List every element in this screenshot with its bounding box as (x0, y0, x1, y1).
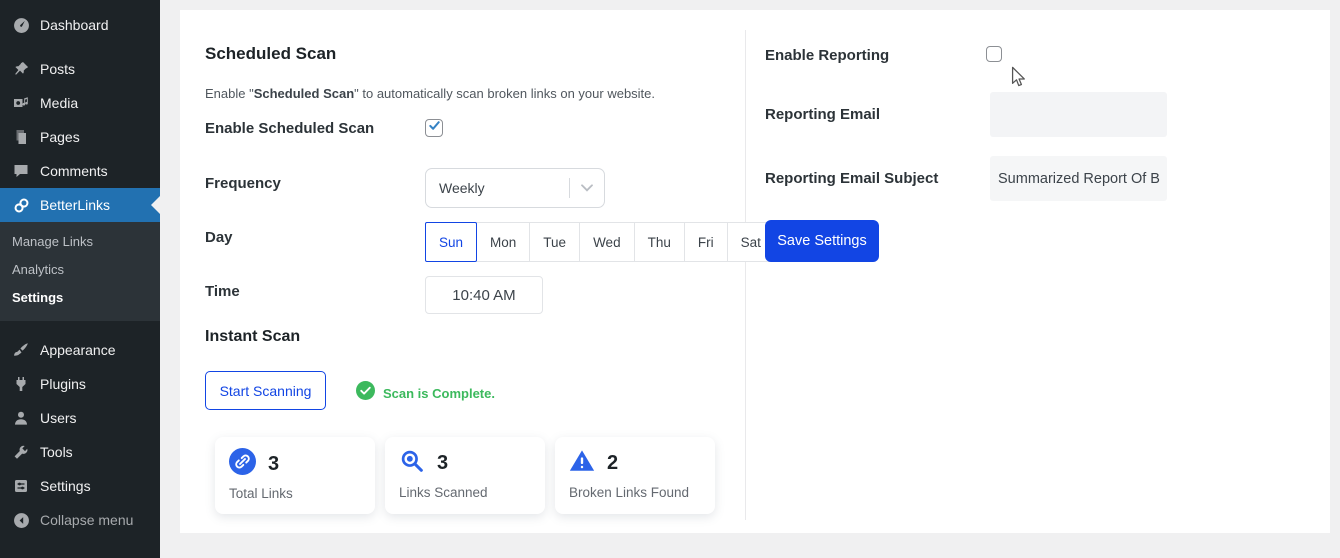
pushpin-icon (12, 60, 30, 78)
enable-scheduled-scan-label: Enable Scheduled Scan (205, 120, 374, 137)
collapse-menu-button[interactable]: Collapse menu (0, 503, 160, 537)
day-button-fri[interactable]: Fri (684, 222, 728, 262)
chevron-down-icon (570, 184, 604, 192)
scheduled-scan-title: Scheduled Scan (205, 44, 336, 64)
sidebar-item-label: Posts (40, 61, 75, 77)
reporting-email-input[interactable] (990, 92, 1167, 137)
collapse-menu-label: Collapse menu (40, 512, 133, 528)
scan-status-text: Scan is Complete. (383, 386, 495, 401)
sidebar-item-label: Tools (40, 444, 73, 460)
warning-icon (569, 448, 595, 479)
sidebar-item-label: Comments (40, 163, 108, 179)
sidebar-item-media[interactable]: Media (0, 86, 160, 120)
frequency-label: Frequency (205, 175, 281, 192)
sidebar-item-label: Pages (40, 129, 80, 145)
day-button-sun[interactable]: Sun (425, 222, 477, 262)
day-button-thu[interactable]: Thu (634, 222, 685, 262)
stat-card-total-links: 3 Total Links (215, 437, 375, 514)
collapse-arrow-icon (12, 511, 30, 529)
sidebar-item-posts[interactable]: Posts (0, 52, 160, 86)
column-divider (745, 30, 746, 520)
frequency-selected-value: Weekly (426, 180, 569, 196)
enable-scheduled-scan-checkbox[interactable] (425, 119, 443, 137)
sidebar-item-comments[interactable]: Comments (0, 154, 160, 188)
reporting-email-subject-input[interactable]: Summarized Report Of B (990, 156, 1167, 201)
sidebar-item-label: Appearance (40, 342, 116, 358)
sidebar-item-settings[interactable]: Settings (0, 469, 160, 503)
submenu-item-analytics[interactable]: Analytics (0, 255, 160, 283)
search-icon (399, 448, 425, 479)
links-scanned-count: 3 (437, 452, 448, 475)
scheduled-scan-description: Enable "Scheduled Scan" to automatically… (205, 86, 655, 101)
sidebar-item-label: Settings (40, 478, 91, 494)
sidebar-item-label: BetterLinks (40, 197, 110, 213)
plug-icon (12, 375, 30, 393)
sidebar-item-users[interactable]: Users (0, 401, 160, 435)
sidebar-item-dashboard[interactable]: Dashboard (0, 8, 160, 42)
enable-reporting-label: Enable Reporting (765, 47, 889, 64)
day-selector: Sun Mon Tue Wed Thu Fri Sat (425, 222, 775, 262)
betterlinks-submenu: Manage Links Analytics Settings (0, 222, 160, 321)
stat-card-broken-links: 2 Broken Links Found (555, 437, 715, 514)
day-label: Day (205, 229, 233, 246)
total-links-count: 3 (268, 453, 279, 476)
pages-icon (12, 128, 30, 146)
sliders-icon (12, 477, 30, 495)
sidebar-item-betterlinks[interactable]: BetterLinks (0, 188, 160, 222)
check-circle-icon (356, 381, 375, 405)
sidebar-item-tools[interactable]: Tools (0, 435, 160, 469)
sidebar-item-appearance[interactable]: Appearance (0, 333, 160, 367)
betterlinks-chain-icon (12, 196, 30, 214)
reporting-email-subject-label: Reporting Email Subject (765, 170, 938, 187)
sidebar-separator (0, 42, 160, 52)
total-links-label: Total Links (229, 486, 361, 501)
day-button-tue[interactable]: Tue (529, 222, 580, 262)
instant-scan-title: Instant Scan (205, 328, 300, 346)
admin-sidebar: Dashboard Posts Media Pages Commen (0, 0, 160, 558)
sidebar-item-label: Dashboard (40, 17, 109, 33)
comments-icon (12, 162, 30, 180)
enable-reporting-checkbox[interactable] (986, 46, 1002, 62)
checkmark-icon (428, 119, 441, 137)
paintbrush-icon (12, 341, 30, 359)
start-scanning-button[interactable]: Start Scanning (205, 371, 326, 410)
dashboard-icon (12, 16, 30, 34)
broken-links-label: Broken Links Found (569, 485, 701, 500)
sidebar-item-label: Users (40, 410, 77, 426)
wordpress-admin-screen: Dashboard Posts Media Pages Commen (0, 0, 1340, 558)
time-label: Time (205, 283, 240, 300)
sidebar-item-pages[interactable]: Pages (0, 120, 160, 154)
sidebar-item-label: Media (40, 95, 78, 111)
media-icon (12, 94, 30, 112)
stat-card-links-scanned: 3 Links Scanned (385, 437, 545, 514)
active-menu-arrow (151, 196, 160, 214)
day-button-mon[interactable]: Mon (476, 222, 530, 262)
sidebar-item-plugins[interactable]: Plugins (0, 367, 160, 401)
submenu-item-settings[interactable]: Settings (0, 283, 160, 311)
submenu-item-manage-links[interactable]: Manage Links (0, 227, 160, 255)
reporting-email-label: Reporting Email (765, 106, 880, 123)
save-settings-button[interactable]: Save Settings (765, 220, 879, 262)
day-button-wed[interactable]: Wed (579, 222, 635, 262)
links-scanned-label: Links Scanned (399, 485, 531, 500)
user-icon (12, 409, 30, 427)
time-input[interactable]: 10:40 AM (425, 276, 543, 314)
scan-status: Scan is Complete. (356, 381, 495, 405)
settings-panel: Scheduled Scan Enable "Scheduled Scan" t… (180, 10, 1330, 533)
sidebar-separator (0, 321, 160, 333)
broken-links-count: 2 (607, 452, 618, 475)
link-icon (229, 448, 256, 480)
wrench-icon (12, 443, 30, 461)
frequency-select[interactable]: Weekly (425, 168, 605, 208)
sidebar-item-label: Plugins (40, 376, 86, 392)
